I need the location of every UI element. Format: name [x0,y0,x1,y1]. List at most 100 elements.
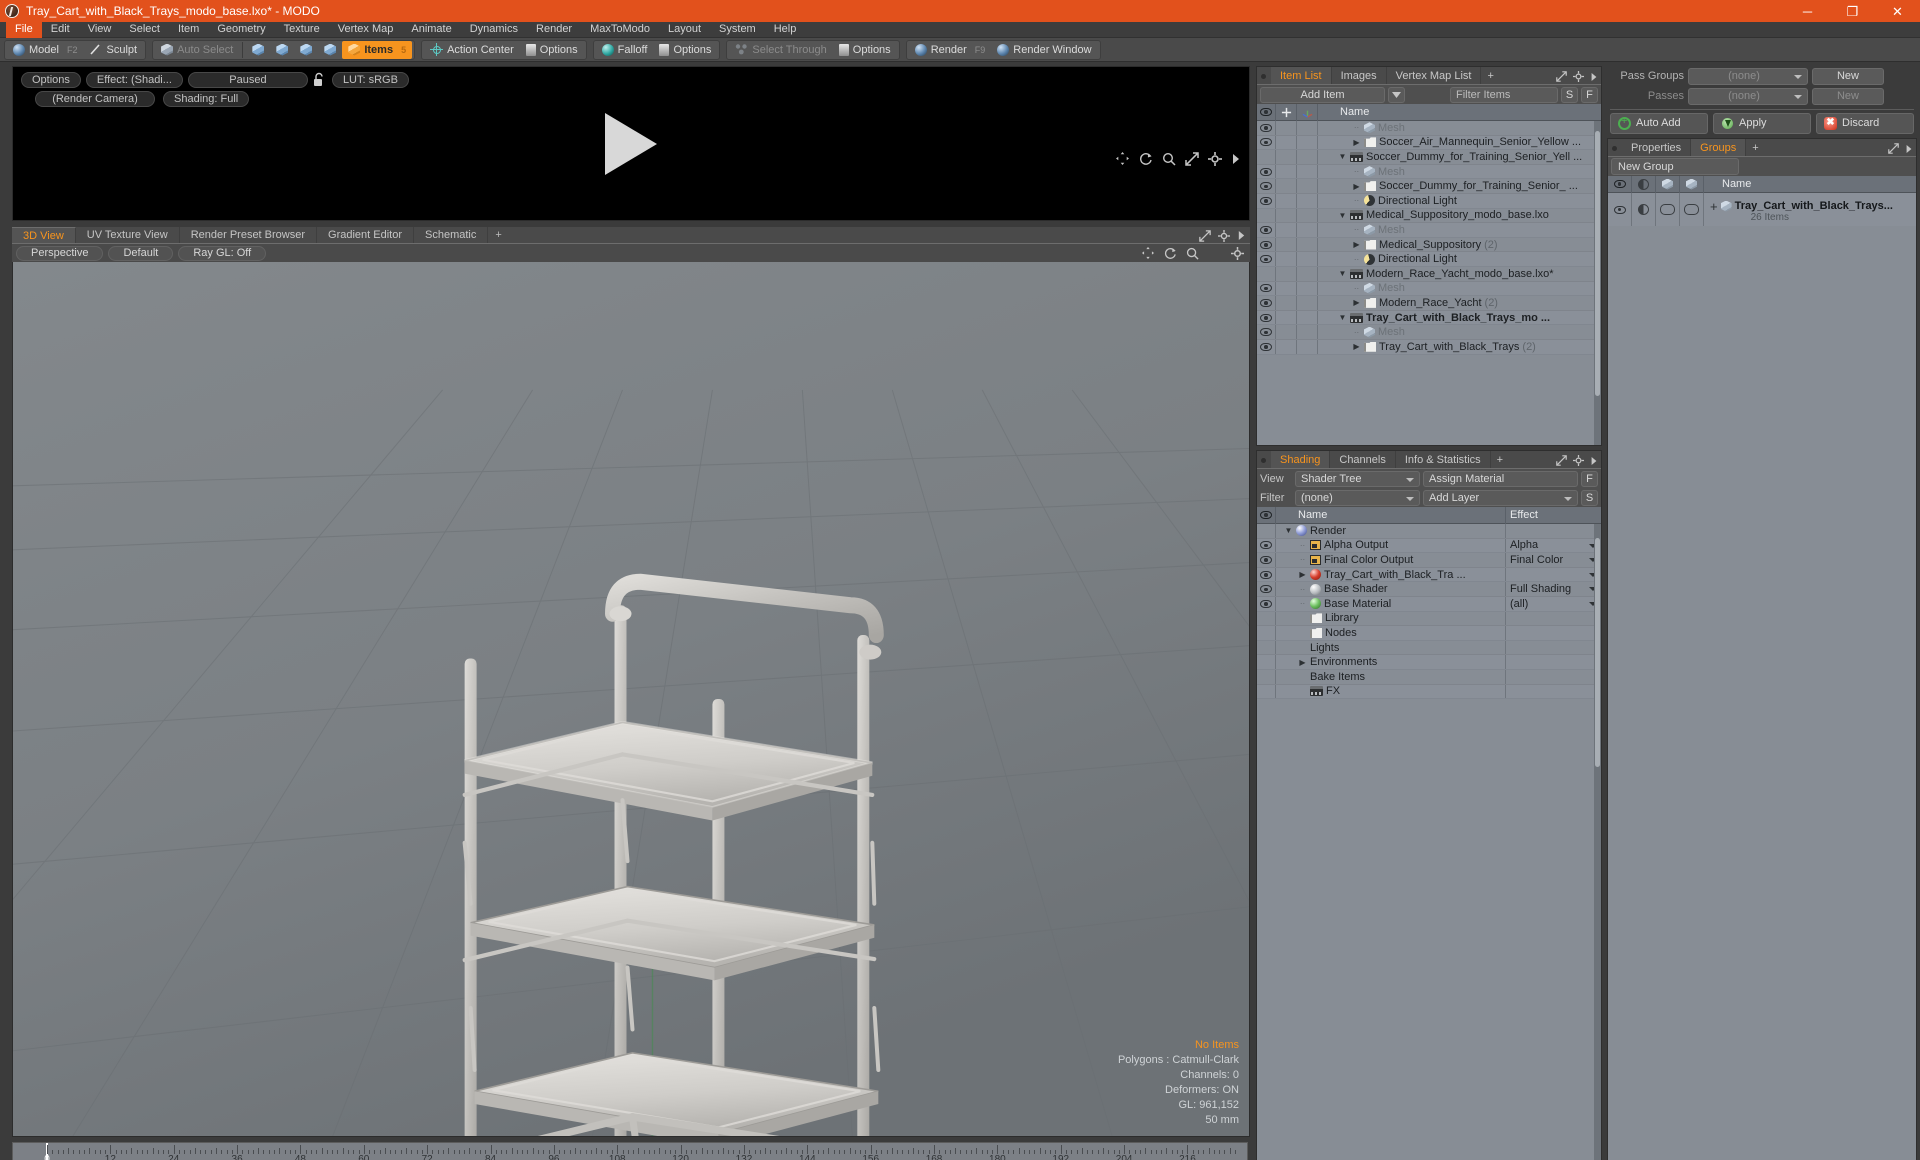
pan-icon[interactable] [1141,246,1155,260]
render-preview-pane[interactable]: Options Effect: (Shadi... Paused LUT: sR… [12,66,1250,221]
render-effect-dropdown[interactable]: Effect: (Shadi... [85,71,183,88]
menu-item-animate[interactable]: Animate [402,22,460,38]
viewport-projection-dropdown[interactable]: Perspective [16,245,104,261]
vertex-mode-button[interactable] [246,41,270,59]
row-transform-cell[interactable] [1297,296,1318,310]
apply-button[interactable]: Apply [1713,112,1811,134]
row-name-cell[interactable]: ▼ Medical_Suppository_modo_base.lxo [1318,209,1601,221]
expand-group-button[interactable]: + [1710,200,1718,213]
3d-viewport[interactable]: x -2 No Items Polygons : Catmull-Clark C… [12,262,1250,1137]
menu-item-dynamics[interactable]: Dynamics [461,22,527,38]
menu-item-item[interactable]: Item [169,22,208,38]
row-name-cell[interactable]: ▼ Tray_Cart_with_Black_Trays_mo ... [1318,312,1601,324]
scrollbar-thumb[interactable] [1595,130,1600,397]
row-lock-cell[interactable] [1276,164,1297,179]
row-transform-cell[interactable] [1297,339,1318,354]
item-list-row[interactable]: ▼ Modern_Race_Yacht_modo_base.lxo* [1257,266,1601,282]
row-name-cell[interactable]: ▶ Tray_Cart_with_Black_Trays (2) [1318,341,1601,353]
expand-toggle-icon[interactable]: ▼ [1338,269,1347,278]
row-visibility-toggle[interactable] [1257,164,1276,179]
item-list-tree[interactable]: ·· Mesh ▶ Soccer_Air_Mannequin_Senior_Yello… [1257,121,1601,445]
select-through-button[interactable]: Select Through [729,41,832,59]
row-visibility-toggle[interactable] [1257,655,1276,669]
expand-toggle-icon[interactable]: ▶ [1352,342,1361,351]
row-name-cell[interactable]: ▼ Modern_Race_Yacht_modo_base.lxo* [1318,268,1601,280]
expand-toggle-icon[interactable]: ▶ [1352,240,1361,249]
shader-tree-row[interactable]: Bake Items [1257,669,1601,685]
action-center-options-button[interactable]: Options [520,41,584,59]
tab-shading[interactable]: Shading [1271,451,1331,468]
header-lock-column-icon[interactable] [1276,103,1297,121]
row-lock-cell[interactable] [1276,135,1297,150]
row-visibility-toggle[interactable] [1257,237,1276,252]
item-list-scrollbar[interactable] [1594,121,1601,445]
tab-groups[interactable]: Groups [1691,139,1747,156]
row-transform-cell[interactable] [1297,135,1318,150]
tab-item-list[interactable]: Item List [1271,67,1332,84]
row-transform-cell[interactable] [1297,310,1318,325]
row-visibility-toggle[interactable] [1257,567,1276,582]
row-name-cell[interactable]: ·· Mesh [1318,224,1601,236]
row-name-cell[interactable]: ▶ Soccer_Dummy_for_Training_Senior_ ... [1318,180,1601,192]
tab-info-statistics[interactable]: Info & Statistics [1396,451,1491,468]
row-name-cell[interactable]: Library [1276,612,1505,624]
header-visibility-icon[interactable] [1608,175,1632,193]
row-name-cell[interactable]: ·· Mesh [1318,166,1601,178]
row-transform-cell[interactable] [1297,150,1318,164]
expand-toggle-icon[interactable]: ▼ [1338,313,1347,322]
groups-body[interactable]: + Tray_Cart_with_Black_Trays... 26 Items [1608,193,1916,1160]
shader-tree-row[interactable]: ▶ Environments [1257,655,1601,670]
row-visibility-toggle[interactable] [1257,538,1276,553]
lock-icon[interactable] [313,72,327,87]
row-selectable-toggle[interactable] [1680,193,1704,226]
row-lock-cell[interactable] [1276,121,1297,135]
row-visibility-toggle[interactable] [1257,626,1276,640]
chevron-right-icon[interactable] [1590,72,1598,82]
row-visibility-toggle[interactable] [1257,208,1276,223]
falloff-button[interactable]: Falloff [596,41,654,59]
expand-toggle-icon[interactable]: ▼ [1338,211,1347,220]
row-visibility-toggle[interactable] [1257,596,1276,611]
row-effect-cell[interactable] [1505,684,1601,699]
row-name-cell[interactable]: ·· Base Shader [1276,583,1505,595]
header-visibility-icon[interactable] [1257,506,1276,524]
row-visibility-toggle[interactable] [1257,281,1276,296]
item-list-row[interactable]: ·· Mesh [1257,281,1601,297]
expand-toggle-icon[interactable]: ▶ [1352,138,1361,147]
row-visibility-toggle[interactable] [1257,553,1276,567]
row-name-cell[interactable]: ▼ Soccer_Dummy_for_Training_Senior_Yell .… [1318,151,1601,163]
shader-tree-row[interactable]: ·· Alpha Output Alpha [1257,538,1601,554]
tab-images[interactable]: Images [1332,67,1387,84]
row-lock-cell[interactable] [1276,296,1297,310]
menu-item-select[interactable]: Select [120,22,169,38]
tab-properties[interactable]: Properties [1622,139,1692,156]
row-name-cell[interactable]: ·· Directional Light [1318,253,1601,265]
row-effect-cell[interactable] [1505,626,1601,640]
shader-tree-row[interactable]: ▼ Render [1257,524,1601,539]
row-effect-cell[interactable]: (all) [1505,596,1601,611]
maximize-button[interactable]: ❐ [1830,0,1875,22]
row-effect-cell[interactable]: Final Color [1505,553,1601,567]
row-lock-cell[interactable] [1276,281,1297,296]
row-name-cell[interactable]: ·· Final Color Output [1276,554,1505,566]
new-group-button[interactable]: New Group [1611,158,1739,175]
row-visibility-toggle[interactable] [1608,193,1632,226]
row-transform-cell[interactable] [1297,193,1318,208]
gear-icon[interactable] [1573,71,1584,82]
row-name-cell[interactable]: ·· Mesh [1318,122,1601,134]
item-list-row[interactable]: ▶ Soccer_Dummy_for_Training_Senior_ ... [1257,179,1601,194]
passes-dropdown[interactable]: (none) [1688,87,1808,105]
model-mode-button[interactable]: Model F2 [7,41,83,59]
select-through-options-button[interactable]: Options [833,41,897,59]
row-lock-cell[interactable] [1276,150,1297,164]
shader-tree-row[interactable]: ▶ Tray_Cart_with_Black_Tra ... [1257,567,1601,583]
shader-tree-row[interactable]: ·· Base Shader Full Shading [1257,582,1601,597]
row-name-cell[interactable]: ▼ Render [1276,525,1505,537]
lut-button[interactable]: LUT: sRGB [331,71,409,88]
shader-tree[interactable]: ▼ Render ·· Alpha Output Alpha ·· Final Color … [1257,524,1601,1160]
header-selectable-icon[interactable] [1680,175,1704,193]
row-name-cell[interactable]: ·· Base Material [1276,598,1505,610]
shading-f-button[interactable]: F [1581,470,1598,487]
row-visibility-toggle[interactable] [1257,135,1276,150]
row-lock-cell[interactable] [1276,237,1297,252]
